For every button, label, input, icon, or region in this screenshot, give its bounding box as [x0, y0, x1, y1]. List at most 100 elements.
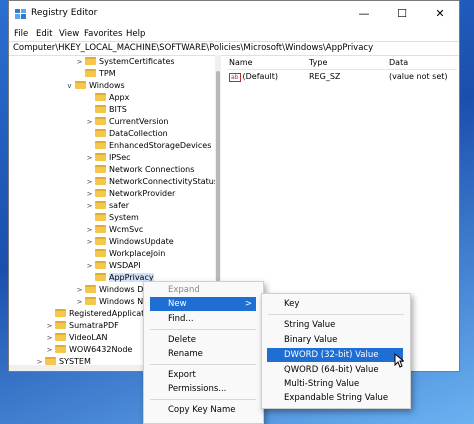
submenu-item-binary-value[interactable]: Binary Value: [262, 333, 410, 347]
chevron-right-icon[interactable]: >: [45, 344, 54, 356]
tree-node[interactable]: > WcmSvc: [85, 224, 143, 236]
chevron-right-icon[interactable]: >: [85, 200, 94, 212]
chevron-right-icon[interactable]: >: [35, 356, 44, 365]
column-header-name[interactable]: Name: [229, 58, 253, 67]
folder-icon: [55, 333, 66, 341]
tree-node-label: NetworkConnectivityStatusInd: [109, 177, 216, 186]
tree-scrollbar-thumb[interactable]: [216, 71, 220, 301]
chevron-right-icon[interactable]: >: [45, 320, 54, 332]
submenu-item-multi-string-value[interactable]: Multi-String Value: [262, 377, 410, 391]
folder-icon: [95, 129, 106, 137]
tree-node[interactable]: Network Connections: [85, 164, 194, 176]
tree-node[interactable]: > SystemCertificates: [75, 56, 175, 68]
chevron-right-icon[interactable]: >: [75, 284, 84, 296]
menu-item-find[interactable]: Find...: [144, 312, 263, 326]
menu-item-export[interactable]: Export: [144, 368, 263, 382]
string-value-icon: ab: [229, 73, 241, 82]
menu-file[interactable]: File: [14, 29, 28, 39]
chevron-right-icon[interactable]: >: [85, 188, 94, 200]
menu-item-rename[interactable]: Rename: [144, 347, 263, 361]
tree-node[interactable]: > IPSec: [85, 152, 131, 164]
menu-item-copy-key-name[interactable]: Copy Key Name: [144, 403, 263, 417]
menu-item-delete[interactable]: Delete: [144, 333, 263, 347]
chevron-right-icon[interactable]: >: [75, 296, 84, 308]
minimize-button[interactable]: —: [345, 1, 383, 27]
chevron-right-icon[interactable]: >: [85, 260, 94, 272]
address-path[interactable]: Computer\HKEY_LOCAL_MACHINE\SOFTWARE\Pol…: [13, 43, 373, 53]
chevron-right-icon[interactable]: >: [45, 332, 54, 344]
menu-edit[interactable]: Edit: [36, 29, 52, 39]
chevron-right-icon[interactable]: >: [85, 236, 94, 248]
menu-item-permissions[interactable]: Permissions...: [144, 382, 263, 396]
chevron-down-icon[interactable]: v: [65, 80, 74, 92]
tree-node[interactable]: > NetworkProvider: [85, 188, 175, 200]
tree-node-label: EnhancedStorageDevices: [109, 141, 212, 150]
tree-node[interactable]: > Windows NT: [75, 296, 148, 308]
folder-icon: [55, 309, 66, 317]
folder-icon: [85, 69, 96, 77]
menu-item-new[interactable]: New >: [150, 297, 256, 311]
column-header-type[interactable]: Type: [309, 58, 327, 67]
tree-node[interactable]: DataCollection: [85, 128, 168, 140]
tree-node-label: WorkplaceJoin: [109, 249, 166, 258]
folder-icon: [95, 201, 106, 209]
folder-icon: [95, 117, 106, 125]
tree-node[interactable]: System: [85, 212, 139, 224]
tree-node[interactable]: Appx: [85, 92, 129, 104]
chevron-right-icon: >: [244, 299, 252, 309]
tree-node-label: WindowsUpdate: [109, 237, 174, 246]
chevron-right-icon[interactable]: >: [85, 152, 94, 164]
chevron-right-icon[interactable]: >: [85, 116, 94, 128]
tree-node[interactable]: WorkplaceJoin: [85, 248, 165, 260]
tree-node[interactable]: > SYSTEM: [35, 356, 91, 365]
menu-help[interactable]: Help: [126, 29, 145, 39]
close-button[interactable]: ✕: [421, 1, 459, 27]
submenu-item-dword-value[interactable]: DWORD (32-bit) Value: [267, 348, 403, 362]
folder-icon: [95, 165, 106, 173]
tree-node[interactable]: > safer: [85, 200, 129, 212]
address-bar[interactable]: Computer\HKEY_LOCAL_MACHINE\SOFTWARE\Pol…: [9, 41, 459, 56]
tree-node-label: CurrentVersion: [109, 117, 169, 126]
tree-node-label: SYSTEM: [59, 357, 91, 365]
tree-node[interactable]: > CurrentVersion: [85, 116, 168, 128]
tree-node[interactable]: TPM: [75, 68, 116, 80]
tree-node[interactable]: RegisteredApplicatio: [45, 308, 151, 320]
maximize-button[interactable]: ☐: [383, 1, 421, 27]
tree-node[interactable]: > WSDAPI: [85, 260, 141, 272]
value-row[interactable]: ab (Default) REG_SZ (value not set): [227, 71, 457, 83]
tree-node[interactable]: BITS: [85, 104, 127, 116]
window-title: Registry Editor: [31, 8, 98, 18]
chevron-right-icon[interactable]: >: [85, 224, 94, 236]
submenu-item-string-value[interactable]: String Value: [262, 318, 410, 332]
tree-node[interactable]: > WOW6432Node: [45, 344, 132, 356]
folder-icon: [95, 177, 106, 185]
chevron-right-icon[interactable]: >: [75, 56, 84, 68]
column-header-data[interactable]: Data: [389, 58, 408, 67]
menu-favorites[interactable]: Favorites: [84, 29, 122, 39]
tree-node[interactable]: > VideoLAN: [45, 332, 108, 344]
values-list-header: Name Type Data: [227, 57, 457, 70]
tree-node-label: SystemCertificates: [99, 57, 175, 66]
menu-item-expand[interactable]: Expand: [144, 283, 263, 297]
menu-separator: [150, 399, 256, 400]
tree-node[interactable]: > SumatraPDF: [45, 320, 119, 332]
tree-node[interactable]: v Windows: [65, 80, 125, 92]
submenu-item-key[interactable]: Key: [262, 297, 410, 311]
tree-node-label: Appx: [109, 93, 130, 102]
submenu-item-expandable-string-value[interactable]: Expandable String Value: [262, 391, 410, 405]
tree-node-label: VideoLAN: [69, 333, 108, 342]
tree-node[interactable]: > WindowsUpdate: [85, 236, 174, 248]
registry-editor-icon: [15, 9, 26, 19]
title-bar[interactable]: Registry Editor — ☐ ✕: [9, 1, 459, 27]
folder-icon: [85, 297, 96, 305]
folder-icon: [45, 357, 56, 365]
folder-icon: [55, 321, 66, 329]
tree-node[interactable]: > NetworkConnectivityStatusInd: [85, 176, 216, 188]
folder-icon: [95, 213, 106, 221]
menu-view[interactable]: View: [59, 29, 79, 39]
chevron-right-icon[interactable]: >: [85, 176, 94, 188]
folder-icon: [95, 189, 106, 197]
tree-node[interactable]: EnhancedStorageDevices: [85, 140, 211, 152]
tree-node-label: System: [109, 213, 139, 222]
submenu-item-qword-value[interactable]: QWORD (64-bit) Value: [262, 363, 410, 377]
